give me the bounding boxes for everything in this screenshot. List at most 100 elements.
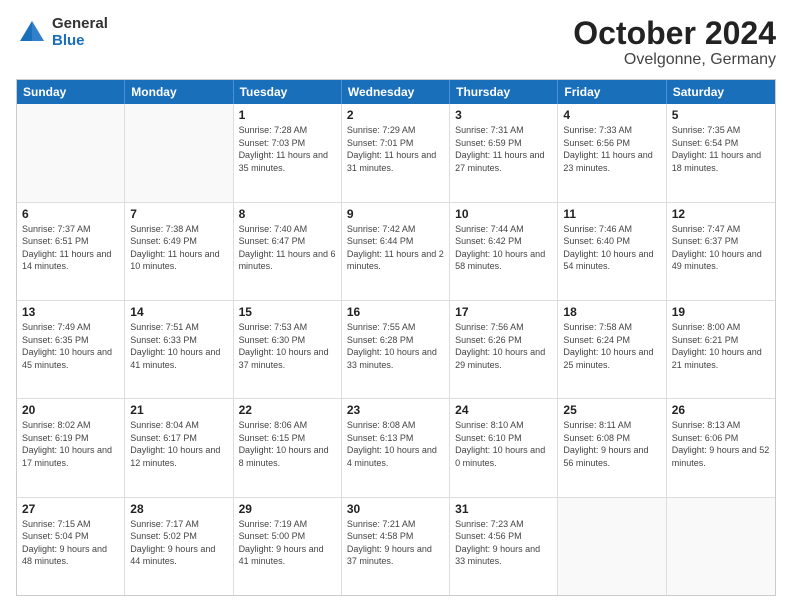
day-info: Sunrise: 7:21 AM Sunset: 4:58 PM Dayligh…	[347, 518, 444, 568]
calendar-cell: 29 Sunrise: 7:19 AM Sunset: 5:00 PM Dayli…	[234, 498, 342, 595]
day-number: 10	[455, 207, 552, 221]
weekday-header: Saturday	[667, 80, 775, 104]
header: General Blue October 2024 Ovelgonne, Ger…	[16, 16, 776, 69]
day-info: Sunrise: 8:13 AM Sunset: 6:06 PM Dayligh…	[672, 419, 770, 469]
calendar-cell: 7Sunrise: 7:38 AM Sunset: 6:49 PM Daylig…	[125, 203, 233, 300]
day-info: Sunrise: 7:53 AM Sunset: 6:30 PM Dayligh…	[239, 321, 336, 371]
day-number: 24	[455, 403, 552, 417]
calendar-cell: 1Sunrise: 7:28 AM Sunset: 7:03 PM Daylig…	[234, 104, 342, 201]
day-number: 18	[563, 305, 660, 319]
calendar-cell: 21 Sunrise: 8:04 AM Sunset: 6:17 PM Dayli…	[125, 399, 233, 496]
day-info: Sunrise: 7:51 AM Sunset: 6:33 PM Dayligh…	[130, 321, 227, 371]
day-number: 15	[239, 305, 336, 319]
day-number: 20	[22, 403, 119, 417]
page: General Blue October 2024 Ovelgonne, Ger…	[0, 0, 792, 612]
day-info: Sunrise: 7:15 AM Sunset: 5:04 PM Dayligh…	[22, 518, 119, 568]
calendar-cell: 6 Sunrise: 7:37 AM Sunset: 6:51 PM Daylig…	[17, 203, 125, 300]
day-info: Sunrise: 7:40 AM Sunset: 6:47 PM Dayligh…	[239, 223, 336, 273]
day-number: 21	[130, 403, 227, 417]
calendar-week: 1Sunrise: 7:28 AM Sunset: 7:03 PM Daylig…	[17, 104, 775, 202]
day-info: Sunrise: 7:28 AM Sunset: 7:03 PM Dayligh…	[239, 124, 336, 174]
calendar-cell: 2Sunrise: 7:29 AM Sunset: 7:01 PM Daylig…	[342, 104, 450, 201]
day-info: Sunrise: 7:19 AM Sunset: 5:00 PM Dayligh…	[239, 518, 336, 568]
calendar-cell: 8 Sunrise: 7:40 AM Sunset: 6:47 PM Daylig…	[234, 203, 342, 300]
calendar-cell: 10Sunrise: 7:44 AM Sunset: 6:42 PM Dayli…	[450, 203, 558, 300]
calendar-cell: 5Sunrise: 7:35 AM Sunset: 6:54 PM Daylig…	[667, 104, 775, 201]
logo: General Blue	[16, 16, 108, 49]
calendar-cell: 15 Sunrise: 7:53 AM Sunset: 6:30 PM Dayli…	[234, 301, 342, 398]
day-info: Sunrise: 7:17 AM Sunset: 5:02 PM Dayligh…	[130, 518, 227, 568]
calendar-header: SundayMondayTuesdayWednesdayThursdayFrid…	[17, 80, 775, 104]
day-number: 11	[563, 207, 660, 221]
title-block: October 2024 Ovelgonne, Germany	[573, 16, 776, 69]
logo-general: General	[52, 16, 108, 33]
weekday-header: Tuesday	[234, 80, 342, 104]
day-info: Sunrise: 7:46 AM Sunset: 6:40 PM Dayligh…	[563, 223, 660, 273]
day-number: 16	[347, 305, 444, 319]
calendar-cell	[558, 498, 666, 595]
day-info: Sunrise: 7:37 AM Sunset: 6:51 PM Dayligh…	[22, 223, 119, 273]
day-number: 4	[563, 108, 660, 122]
day-number: 12	[672, 207, 770, 221]
day-number: 23	[347, 403, 444, 417]
calendar-cell: 25 Sunrise: 8:11 AM Sunset: 6:08 PM Dayli…	[558, 399, 666, 496]
calendar-cell: 17 Sunrise: 7:56 AM Sunset: 6:26 PM Dayli…	[450, 301, 558, 398]
day-info: Sunrise: 7:56 AM Sunset: 6:26 PM Dayligh…	[455, 321, 552, 371]
weekday-header: Monday	[125, 80, 233, 104]
day-number: 17	[455, 305, 552, 319]
weekday-header: Thursday	[450, 80, 558, 104]
day-number: 26	[672, 403, 770, 417]
calendar: SundayMondayTuesdayWednesdayThursdayFrid…	[16, 79, 776, 596]
day-info: Sunrise: 8:02 AM Sunset: 6:19 PM Dayligh…	[22, 419, 119, 469]
calendar-week: 27 Sunrise: 7:15 AM Sunset: 5:04 PM Dayli…	[17, 498, 775, 595]
logo-text: General Blue	[52, 16, 108, 49]
calendar-cell	[125, 104, 233, 201]
day-info: Sunrise: 8:08 AM Sunset: 6:13 PM Dayligh…	[347, 419, 444, 469]
day-info: Sunrise: 7:23 AM Sunset: 4:56 PM Dayligh…	[455, 518, 552, 568]
weekday-header: Sunday	[17, 80, 125, 104]
day-info: Sunrise: 7:31 AM Sunset: 6:59 PM Dayligh…	[455, 124, 552, 174]
day-info: Sunrise: 7:38 AM Sunset: 6:49 PM Dayligh…	[130, 223, 227, 273]
day-number: 27	[22, 502, 119, 516]
day-info: Sunrise: 8:11 AM Sunset: 6:08 PM Dayligh…	[563, 419, 660, 469]
day-number: 8	[239, 207, 336, 221]
day-info: Sunrise: 8:00 AM Sunset: 6:21 PM Dayligh…	[672, 321, 770, 371]
day-number: 30	[347, 502, 444, 516]
calendar-cell: 24 Sunrise: 8:10 AM Sunset: 6:10 PM Dayli…	[450, 399, 558, 496]
day-number: 5	[672, 108, 770, 122]
day-number: 28	[130, 502, 227, 516]
day-number: 9	[347, 207, 444, 221]
calendar-cell: 12 Sunrise: 7:47 AM Sunset: 6:37 PM Dayli…	[667, 203, 775, 300]
calendar-body: 1Sunrise: 7:28 AM Sunset: 7:03 PM Daylig…	[17, 104, 775, 595]
weekday-header: Wednesday	[342, 80, 450, 104]
calendar-cell	[667, 498, 775, 595]
calendar-cell: 30 Sunrise: 7:21 AM Sunset: 4:58 PM Dayli…	[342, 498, 450, 595]
calendar-cell: 19 Sunrise: 8:00 AM Sunset: 6:21 PM Dayli…	[667, 301, 775, 398]
day-info: Sunrise: 8:10 AM Sunset: 6:10 PM Dayligh…	[455, 419, 552, 469]
day-number: 19	[672, 305, 770, 319]
day-number: 25	[563, 403, 660, 417]
calendar-week: 20 Sunrise: 8:02 AM Sunset: 6:19 PM Dayli…	[17, 399, 775, 497]
day-info: Sunrise: 8:06 AM Sunset: 6:15 PM Dayligh…	[239, 419, 336, 469]
calendar-cell: 3 Sunrise: 7:31 AM Sunset: 6:59 PM Daylig…	[450, 104, 558, 201]
calendar-cell: 14Sunrise: 7:51 AM Sunset: 6:33 PM Dayli…	[125, 301, 233, 398]
day-number: 29	[239, 502, 336, 516]
day-number: 13	[22, 305, 119, 319]
day-number: 6	[22, 207, 119, 221]
day-info: Sunrise: 7:42 AM Sunset: 6:44 PM Dayligh…	[347, 223, 444, 273]
calendar-cell: 13 Sunrise: 7:49 AM Sunset: 6:35 PM Dayli…	[17, 301, 125, 398]
day-info: Sunrise: 8:04 AM Sunset: 6:17 PM Dayligh…	[130, 419, 227, 469]
calendar-cell: 16 Sunrise: 7:55 AM Sunset: 6:28 PM Dayli…	[342, 301, 450, 398]
logo-icon	[16, 17, 48, 49]
day-info: Sunrise: 7:58 AM Sunset: 6:24 PM Dayligh…	[563, 321, 660, 371]
calendar-cell: 23 Sunrise: 8:08 AM Sunset: 6:13 PM Dayli…	[342, 399, 450, 496]
day-info: Sunrise: 7:33 AM Sunset: 6:56 PM Dayligh…	[563, 124, 660, 174]
day-number: 3	[455, 108, 552, 122]
day-info: Sunrise: 7:55 AM Sunset: 6:28 PM Dayligh…	[347, 321, 444, 371]
day-info: Sunrise: 7:49 AM Sunset: 6:35 PM Dayligh…	[22, 321, 119, 371]
day-number: 31	[455, 502, 552, 516]
calendar-cell: 18 Sunrise: 7:58 AM Sunset: 6:24 PM Dayli…	[558, 301, 666, 398]
calendar-cell: 26 Sunrise: 8:13 AM Sunset: 6:06 PM Dayli…	[667, 399, 775, 496]
day-info: Sunrise: 7:47 AM Sunset: 6:37 PM Dayligh…	[672, 223, 770, 273]
calendar-week: 13 Sunrise: 7:49 AM Sunset: 6:35 PM Dayli…	[17, 301, 775, 399]
